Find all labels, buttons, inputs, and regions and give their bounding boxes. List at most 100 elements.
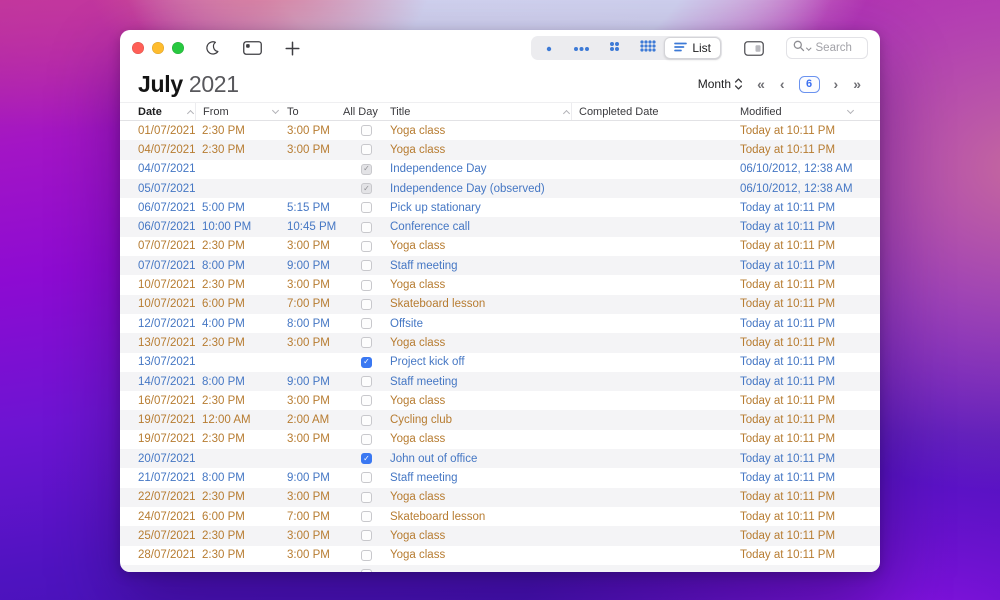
- prev-year-button[interactable]: «: [756, 77, 766, 91]
- all-day-checkbox[interactable]: [361, 125, 372, 136]
- title-cell: Staff meeting: [390, 260, 578, 272]
- table-row[interactable]: 05/07/2021✓Independence Day (observed)06…: [120, 179, 880, 198]
- table-row[interactable]: 06/07/20215:00 PM5:15 PMPick up stationa…: [120, 198, 880, 217]
- all-day-checkbox[interactable]: [361, 550, 372, 561]
- all-day-cell: [343, 299, 390, 310]
- all-day-checkbox[interactable]: [361, 241, 372, 252]
- table-row[interactable]: 12/07/20214:00 PM8:00 PMOffsiteToday at …: [120, 314, 880, 333]
- view-list-segment[interactable]: List: [664, 37, 721, 59]
- table-row[interactable]: 10/07/20212:30 PM3:00 PMYoga classToday …: [120, 275, 880, 294]
- panel-right-icon[interactable]: [742, 36, 766, 60]
- table-row[interactable]: 25/07/20212:30 PM3:00 PMYoga classToday …: [120, 526, 880, 545]
- table-row[interactable]: 24/07/20216:00 PM7:00 PMSkateboard lesso…: [120, 507, 880, 526]
- column-header-from[interactable]: From: [195, 103, 287, 120]
- all-day-checkbox[interactable]: [361, 144, 372, 155]
- table-row[interactable]: 16/07/20212:30 PM3:00 PMYoga classToday …: [120, 391, 880, 410]
- modified-cell: Today at 10:11 PM: [740, 549, 862, 561]
- modified-cell: Today at 10:11 PM: [740, 414, 862, 426]
- to-cell: 9:00 PM: [287, 260, 343, 272]
- all-day-checkbox[interactable]: [361, 318, 372, 329]
- date-cell: 13/07/2021: [138, 356, 202, 368]
- all-day-cell: [343, 472, 390, 483]
- table-row[interactable]: 19/07/202112:00 AM2:00 AMCycling clubTod…: [120, 410, 880, 429]
- view-year-segment[interactable]: [631, 37, 664, 59]
- all-day-checkbox[interactable]: [361, 280, 372, 291]
- table-row[interactable]: 13/07/2021✓Project kick offToday at 10:1…: [120, 353, 880, 372]
- date-cell: 13/07/2021: [138, 337, 202, 349]
- all-day-checkbox[interactable]: [361, 415, 372, 426]
- from-cell: 8:00 PM: [202, 472, 287, 484]
- table-row[interactable]: 22/07/20212:30 PM3:00 PMYoga classToday …: [120, 488, 880, 507]
- all-day-checkbox[interactable]: [361, 530, 372, 541]
- column-label: Completed Date: [579, 106, 659, 118]
- date-cell: 07/07/2021: [138, 260, 202, 272]
- all-day-checkbox[interactable]: [361, 202, 372, 213]
- all-day-checkbox[interactable]: [361, 492, 372, 503]
- all-day-checkbox[interactable]: ✓: [361, 357, 372, 368]
- view-week-segment[interactable]: [565, 37, 598, 59]
- all-day-checkbox[interactable]: [361, 511, 372, 522]
- all-day-checkbox[interactable]: [361, 222, 372, 233]
- title-cell: Yoga class: [390, 491, 578, 503]
- table-row[interactable]: 28/07/20212:30 PM3:00 PMYoga classToday …: [120, 546, 880, 565]
- date-cell: 06/07/2021: [138, 202, 202, 214]
- all-day-checkbox[interactable]: [361, 434, 372, 445]
- column-header-to[interactable]: To: [287, 103, 343, 120]
- table-row[interactable]: 06/07/202110:00 PM10:45 PMConference cal…: [120, 217, 880, 236]
- prev-button[interactable]: ‹: [779, 77, 786, 91]
- table-row[interactable]: 13/07/20212:30 PM3:00 PMYoga classToday …: [120, 333, 880, 352]
- close-button[interactable]: [132, 42, 144, 54]
- next-button[interactable]: ›: [833, 77, 840, 91]
- table-row[interactable]: 20/07/2021✓John out of officeToday at 10…: [120, 449, 880, 468]
- view-day-segment[interactable]: [532, 37, 565, 59]
- column-header-date[interactable]: Date: [138, 103, 202, 120]
- all-day-checkbox[interactable]: [361, 395, 372, 406]
- all-day-checkbox[interactable]: [361, 472, 372, 483]
- today-button[interactable]: 6: [799, 76, 820, 93]
- next-year-button[interactable]: »: [852, 77, 862, 91]
- from-cell: 2:30 PM: [202, 240, 287, 252]
- add-sidebar-icon[interactable]: [240, 36, 264, 60]
- all-day-checkbox[interactable]: [361, 569, 372, 572]
- title-cell: Yoga class: [390, 125, 578, 137]
- grid-12-dots-icon: [640, 39, 656, 57]
- minimize-button[interactable]: [152, 42, 164, 54]
- all-day-checkbox[interactable]: [361, 299, 372, 310]
- column-header-allday[interactable]: All Day: [343, 103, 390, 120]
- column-header-modified[interactable]: Modified: [740, 103, 862, 120]
- title-cell: Yoga class: [390, 433, 578, 445]
- table-row[interactable]: 10/07/20216:00 PM7:00 PMSkateboard lesso…: [120, 295, 880, 314]
- view-month-segment[interactable]: [598, 37, 631, 59]
- add-event-icon[interactable]: [280, 36, 304, 60]
- all-day-cell: [343, 318, 390, 329]
- all-day-checkbox[interactable]: [361, 376, 372, 387]
- search-input[interactable]: Search: [786, 37, 868, 59]
- to-cell: 3:00 PM: [287, 125, 343, 137]
- all-day-checkbox[interactable]: ✓: [361, 183, 372, 194]
- column-label: To: [287, 106, 299, 118]
- range-selector[interactable]: Month: [698, 77, 743, 91]
- from-cell: 2:30 PM: [202, 549, 287, 561]
- column-header-completed[interactable]: Completed Date: [571, 103, 740, 120]
- table-row[interactable]: 07/07/20212:30 PM3:00 PMYoga classToday …: [120, 237, 880, 256]
- calendar-window: List Search July 2021 Month « ‹ 6 ›: [120, 30, 880, 572]
- table-row[interactable]: 21/07/20218:00 PM9:00 PMStaff meetingTod…: [120, 468, 880, 487]
- column-header-title[interactable]: Title: [390, 103, 578, 120]
- moon-icon[interactable]: [200, 36, 224, 60]
- table-row[interactable]: 19/07/20212:30 PM3:00 PMYoga classToday …: [120, 430, 880, 449]
- title-cell: Cycling club: [390, 414, 578, 426]
- to-cell: 10:45 PM: [287, 221, 343, 233]
- all-day-checkbox[interactable]: ✓: [361, 453, 372, 464]
- modified-cell: Today at 10:11 PM: [740, 511, 862, 523]
- all-day-checkbox[interactable]: ✓: [361, 164, 372, 175]
- table-row[interactable]: [120, 565, 880, 572]
- table-row[interactable]: 14/07/20218:00 PM9:00 PMStaff meetingTod…: [120, 372, 880, 391]
- table-row[interactable]: 07/07/20218:00 PM9:00 PMStaff meetingTod…: [120, 256, 880, 275]
- table-row[interactable]: 04/07/2021✓Independence Day06/10/2012, 1…: [120, 160, 880, 179]
- table-row[interactable]: 04/07/20212:30 PM3:00 PMYoga classToday …: [120, 140, 880, 159]
- table-row[interactable]: 01/07/20212:30 PM3:00 PMYoga classToday …: [120, 121, 880, 140]
- date-cell: 10/07/2021: [138, 279, 202, 291]
- all-day-checkbox[interactable]: [361, 337, 372, 348]
- all-day-checkbox[interactable]: [361, 260, 372, 271]
- zoom-button[interactable]: [172, 42, 184, 54]
